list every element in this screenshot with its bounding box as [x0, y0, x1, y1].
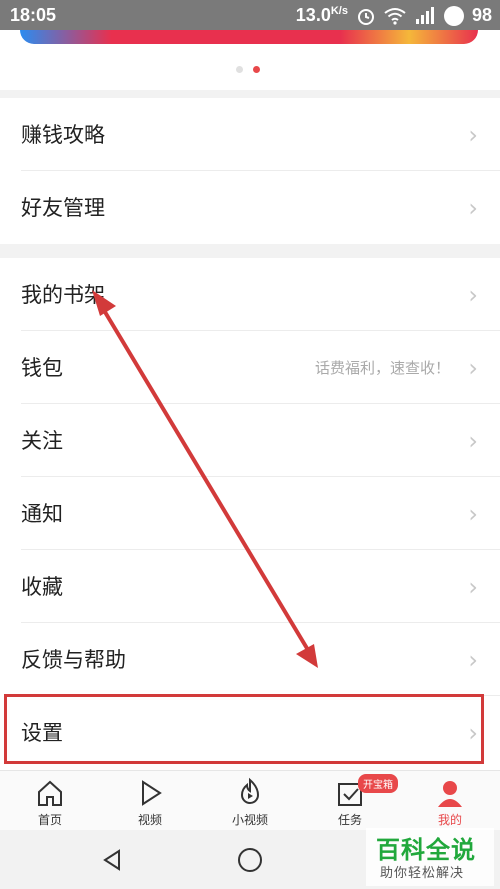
chevron-right-icon: ›: [468, 281, 478, 309]
tab-label: 小视频: [231, 813, 268, 827]
home-icon: [38, 780, 62, 806]
menu-item-earn-guide[interactable]: 赚钱攻略 ›: [0, 98, 500, 171]
signal-icon: [415, 6, 434, 24]
status-time: 18:05: [10, 5, 57, 25]
tab-label: 我的: [437, 813, 462, 827]
watermark-subtitle: 助你轻松解决: [380, 866, 465, 881]
menu-item-label: 关注: [21, 429, 63, 453]
menu-item-favorites[interactable]: 收藏 ›: [0, 550, 500, 623]
wallet-promo-text: 话费福利，速查收！: [314, 359, 450, 377]
home-nav-icon[interactable]: [237, 847, 263, 873]
play-icon: [142, 780, 162, 806]
section-gap: [0, 244, 500, 258]
menu-item-feedback-help[interactable]: 反馈与帮助 ›: [0, 623, 500, 696]
menu-item-label: 通知: [21, 502, 63, 526]
battery-icon: [443, 5, 464, 26]
back-icon[interactable]: [100, 848, 124, 872]
alarm-icon: [357, 8, 374, 25]
menu-item-notifications[interactable]: 通知 ›: [0, 477, 500, 550]
small-video-icon: [240, 777, 260, 804]
section-gap: [0, 90, 500, 98]
chevron-right-icon: ›: [468, 427, 478, 455]
chevron-right-icon: ›: [468, 194, 478, 222]
menu-item-label: 我的书架: [21, 283, 105, 307]
menu-item-label: 钱包: [21, 356, 63, 380]
menu-item-friend-management[interactable]: 好友管理 ›: [0, 171, 500, 244]
tab-label: 视频: [137, 813, 162, 827]
chevron-right-icon: ›: [468, 573, 478, 601]
person-icon: [438, 781, 462, 807]
network-speed: 13.0K/s: [295, 5, 348, 25]
chevron-right-icon: ›: [468, 500, 478, 528]
menu-item-wallet[interactable]: 钱包 话费福利，速查收！ ›: [0, 331, 500, 404]
tab-me[interactable]: 我的: [410, 777, 490, 828]
carousel-dots: [236, 66, 260, 73]
bottom-tab-bar: 首页 视频 小视频 任务 开宝箱 我的: [0, 770, 500, 831]
chevron-right-icon: ›: [468, 121, 478, 149]
watermark: 百科全说 助你轻松解决: [366, 828, 494, 886]
carousel-dot[interactable]: [236, 66, 243, 73]
settings-highlight-box: [4, 694, 484, 764]
tab-label: 任务: [337, 813, 362, 827]
menu-item-follow[interactable]: 关注 ›: [0, 404, 500, 477]
tab-home[interactable]: 首页: [10, 777, 90, 828]
status-icons: 13.0K/s 98: [296, 5, 492, 26]
watermark-title: 百科全说: [376, 836, 476, 864]
menu-item-bookshelf[interactable]: 我的书架 ›: [0, 258, 500, 331]
chevron-right-icon: ›: [468, 354, 478, 382]
menu-item-label: 赚钱攻略: [21, 123, 105, 147]
task-badge: 开宝箱: [358, 774, 398, 793]
status-bar: 18:05 13.0K/s 98: [0, 0, 500, 30]
menu-item-label: 好友管理: [21, 196, 105, 220]
tab-small-video[interactable]: 小视频: [210, 777, 290, 828]
banner-area: [0, 30, 500, 90]
chevron-right-icon: ›: [468, 646, 478, 674]
menu-item-label: 反馈与帮助: [21, 648, 126, 672]
carousel-dot-active[interactable]: [253, 66, 260, 73]
promo-banner[interactable]: [20, 30, 478, 44]
menu-item-label: 收藏: [21, 575, 63, 599]
battery-level: 98: [471, 5, 492, 25]
tab-video[interactable]: 视频: [110, 777, 190, 828]
tab-label: 首页: [37, 813, 62, 827]
wifi-icon: [384, 7, 406, 25]
